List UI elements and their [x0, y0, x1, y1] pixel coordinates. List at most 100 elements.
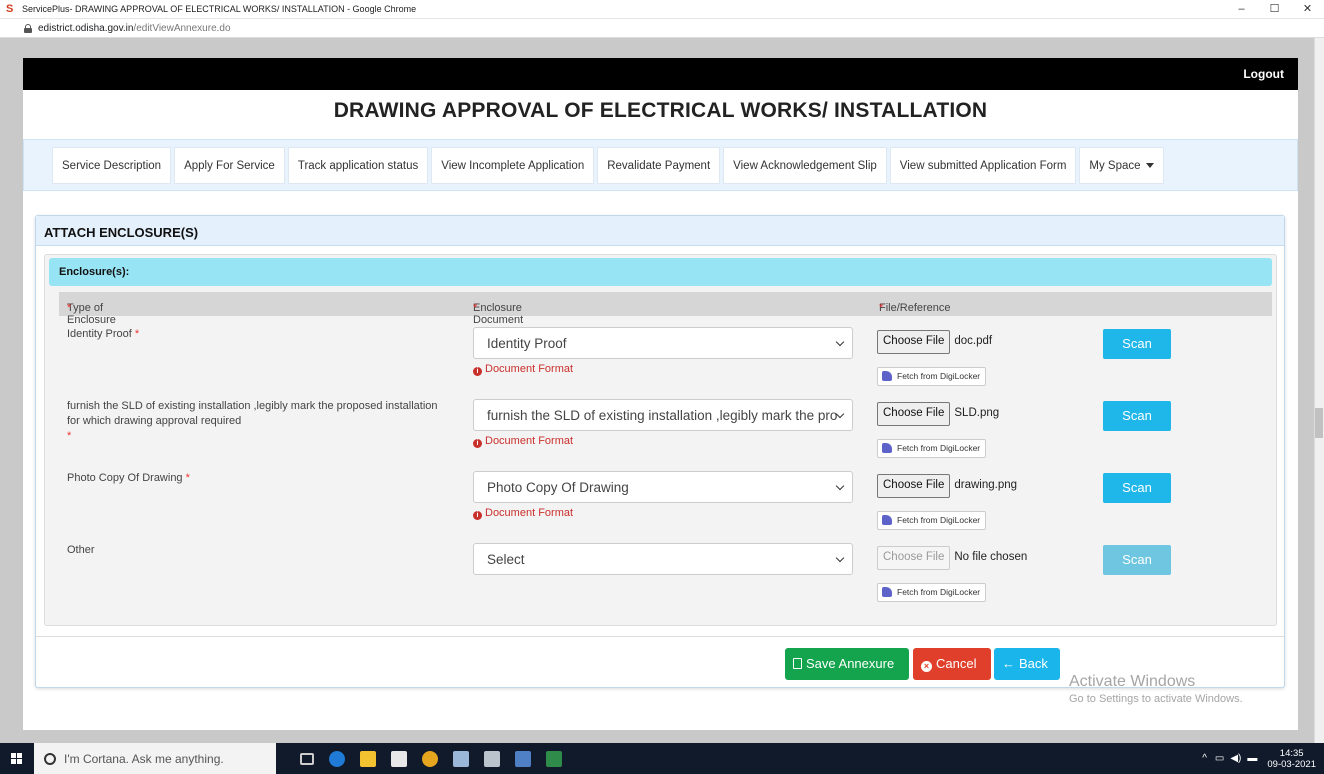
file-input[interactable]: Choose File doc.pdf — [877, 330, 1097, 354]
nav-view-submitted-application-form[interactable]: View submitted Application Form — [889, 146, 1077, 184]
required-mark: * — [473, 302, 478, 314]
enclosure-document-select[interactable]: Photo Copy Of Drawing — [473, 471, 853, 503]
required-mark: * — [879, 302, 884, 314]
cancel-label: Cancel — [936, 656, 977, 671]
serviceplus-favicon-icon: S — [6, 3, 14, 15]
choose-file-button[interactable]: Choose File — [877, 330, 951, 354]
arrow-left-icon: ← — [1002, 656, 1015, 671]
scan-button[interactable]: Scan — [1103, 401, 1171, 431]
fetch-digilocker-button[interactable]: Fetch from DigiLocker — [877, 367, 987, 386]
page-title: DRAWING APPROVAL OF ELECTRICAL WORKS/ IN… — [333, 99, 988, 122]
document-format-link[interactable]: i Document Format — [473, 435, 573, 448]
scan-button[interactable]: Scan — [1103, 329, 1171, 359]
close-window-button[interactable]: ✕ — [1291, 0, 1324, 19]
enclosure-document-select[interactable]: furnish the SLD of existing installation… — [473, 399, 853, 431]
app-icon[interactable] — [515, 750, 531, 767]
fetch-digilocker-button[interactable]: Fetch from DigiLocker — [877, 439, 987, 458]
info-icon: i — [473, 511, 482, 520]
address-bar[interactable]: edistrict.odisha.gov.in/editViewAnnexure… — [0, 19, 1324, 38]
required-mark: * — [185, 472, 190, 484]
document-format-link[interactable]: i Document Format — [473, 363, 573, 376]
nav-view-incomplete-application[interactable]: View Incomplete Application — [431, 146, 595, 184]
fetch-digilocker-button[interactable]: Fetch from DigiLocker — [877, 511, 987, 530]
tray-chevron-icon[interactable]: ^ — [1202, 753, 1207, 764]
choose-file-button[interactable]: Choose File — [877, 474, 951, 498]
url-text[interactable]: edistrict.odisha.gov.in/editViewAnnexure… — [38, 23, 231, 34]
nav-service-description[interactable]: Service Description — [52, 146, 172, 184]
info-icon: i — [473, 439, 482, 448]
document-format-label: Document Format — [485, 507, 574, 519]
digilocker-icon — [882, 371, 892, 381]
cortana-search-box[interactable]: I'm Cortana. Ask me anything. — [34, 743, 276, 774]
caret-down-icon — [1145, 162, 1154, 168]
app-icon[interactable] — [453, 750, 469, 767]
minimize-button[interactable]: – — [1225, 0, 1258, 19]
page-content: Logout DRAWING APPROVAL OF ELECTRICAL WO… — [23, 58, 1298, 730]
close-circle-icon: × — [921, 661, 932, 672]
back-label: Back — [1019, 656, 1048, 671]
digilocker-label: Fetch from DigiLocker — [897, 515, 981, 525]
network-icon[interactable]: ▭ — [1215, 753, 1224, 764]
notification-icon[interactable]: ▬ — [1247, 753, 1257, 764]
service-navbar: Service Description Apply For Service Tr… — [23, 139, 1298, 191]
enclosure-document-select[interactable]: Identity Proof — [473, 327, 853, 359]
document-format-label: Document Format — [485, 435, 574, 447]
clock-date: 09-03-2021 — [1267, 758, 1316, 770]
activate-windows-watermark: Activate Windows Go to Settings to activ… — [1069, 673, 1243, 705]
enclosures-section: Enclosure(s): Type of Enclosure * Enclosu… — [44, 254, 1277, 626]
nav-revalidate-payment[interactable]: Revalidate Payment — [597, 146, 721, 184]
nav-track-application-status[interactable]: Track application status — [287, 146, 429, 184]
save-annexure-button[interactable]: Save Annexure — [785, 648, 909, 680]
cortana-icon — [44, 752, 56, 765]
enclosure-type-label: Identity Proof — [67, 328, 132, 340]
column-headers: Type of Enclosure * Enclosure Document * … — [59, 292, 1272, 326]
page-scrollbar[interactable] — [1314, 38, 1324, 743]
edge-browser-icon[interactable] — [329, 750, 345, 767]
enclosure-type-label: Photo Copy Of Drawing — [67, 472, 183, 484]
choose-file-button[interactable]: Choose File — [877, 546, 951, 570]
chrome-icon[interactable] — [422, 750, 438, 767]
window-title: ServicePlus- DRAWING APPROVAL OF ELECTRI… — [22, 4, 417, 14]
enclosure-document-select[interactable]: Select — [473, 543, 853, 575]
info-icon: i — [473, 367, 482, 376]
fetch-digilocker-button[interactable]: Fetch from DigiLocker — [877, 583, 987, 602]
digilocker-label: Fetch from DigiLocker — [897, 587, 981, 597]
document-icon — [793, 658, 802, 669]
digilocker-icon — [882, 443, 892, 453]
nav-apply-for-service[interactable]: Apply For Service — [174, 146, 285, 184]
task-view-icon[interactable] — [300, 752, 314, 765]
start-button[interactable] — [0, 743, 34, 774]
calculator-icon[interactable] — [484, 750, 500, 767]
document-format-label: Document Format — [485, 363, 574, 375]
logout-link[interactable]: Logout — [1243, 67, 1284, 81]
file-input[interactable]: Choose File drawing.png — [877, 474, 1097, 498]
file-explorer-icon[interactable] — [360, 750, 376, 767]
excel-icon[interactable] — [546, 750, 562, 767]
file-input[interactable]: Choose File SLD.png — [877, 402, 1097, 426]
digilocker-icon — [882, 587, 892, 597]
save-label: Save Annexure — [806, 656, 895, 671]
file-input[interactable]: Choose File No file chosen — [877, 546, 1097, 570]
windows-logo-icon — [11, 752, 23, 765]
cancel-button[interactable]: × Cancel — [913, 648, 991, 680]
top-bar: Logout — [23, 58, 1298, 90]
nav-my-space-dropdown[interactable]: My Space — [1079, 146, 1164, 184]
store-icon[interactable] — [391, 750, 407, 767]
lock-icon — [24, 23, 32, 33]
maximize-button[interactable]: ☐ — [1258, 0, 1291, 19]
panel-divider — [36, 636, 1284, 637]
chevron-down-icon — [835, 553, 845, 563]
enclosures-header: Enclosure(s): — [49, 258, 1272, 286]
select-value: Identity Proof — [487, 336, 567, 351]
back-button[interactable]: ← Back — [994, 648, 1060, 680]
document-format-link[interactable]: i Document Format — [473, 507, 573, 520]
column-type-label: Type of Enclosure — [67, 302, 116, 326]
scan-button[interactable]: Scan — [1103, 545, 1171, 575]
choose-file-button[interactable]: Choose File — [877, 402, 951, 426]
volume-icon[interactable]: ◀) — [1230, 753, 1241, 764]
file-name: drawing.png — [954, 479, 1018, 491]
scroll-thumb[interactable] — [1315, 408, 1323, 438]
scan-button[interactable]: Scan — [1103, 473, 1171, 503]
clock[interactable]: 14:35 09-03-2021 — [1267, 748, 1316, 770]
nav-view-acknowledgement-slip[interactable]: View Acknowledgement Slip — [723, 146, 887, 184]
